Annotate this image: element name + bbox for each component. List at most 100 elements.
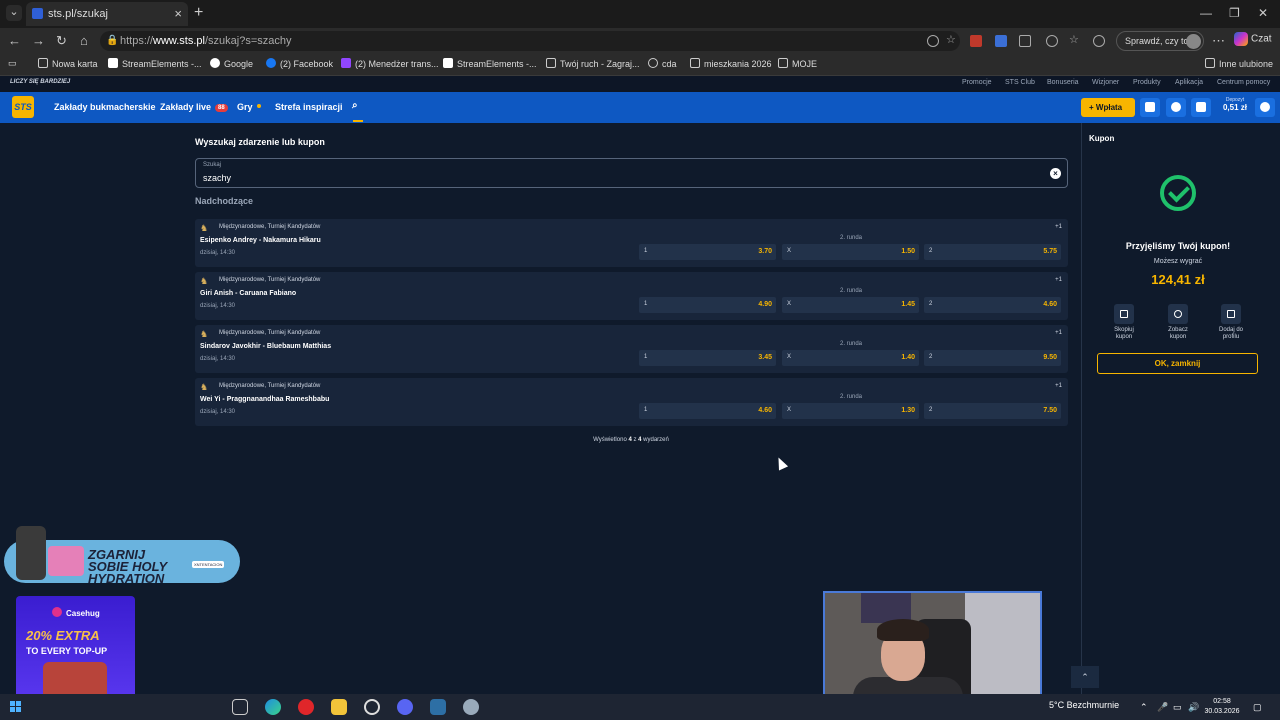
messages-icon[interactable] (1191, 98, 1211, 117)
sidebar-toggle-icon[interactable]: ▭ (8, 58, 17, 69)
favorites-icon[interactable]: ☆ (1069, 33, 1081, 46)
discord-icon[interactable] (397, 699, 413, 715)
add-to-profile-button[interactable]: Dodaj do profilu (1211, 304, 1251, 341)
refresh-icon[interactable]: ↻ (56, 33, 67, 49)
bookmark-item[interactable]: Nowa karta (38, 58, 98, 69)
history-icon[interactable] (1093, 35, 1105, 47)
nav-sports-betting[interactable]: Zakłady bukmacherskie (54, 102, 156, 112)
odds-button[interactable]: 1 3.45 (639, 350, 776, 366)
bookmark-item[interactable]: (2) Facebook (266, 58, 333, 69)
forward-icon[interactable]: → (32, 33, 45, 48)
top-link-bonuseria[interactable]: Bonuseria (1047, 79, 1079, 86)
balance-display[interactable]: Depozyt 0,51 zł (1218, 96, 1252, 112)
event-card[interactable]: ♞ Międzynarodowe, Turniej Kandydatów Sinda… (195, 325, 1068, 373)
extensions-icon[interactable] (1019, 35, 1031, 47)
more-markets-link[interactable]: +1 (1055, 383, 1062, 389)
hydration-promo-banner[interactable]: ZGARNIJ SOBIE HOLY HYDRATION XNTENTACION (4, 526, 240, 585)
obs-icon[interactable] (364, 699, 380, 715)
task-view-icon[interactable] (232, 699, 248, 715)
close-tab-icon[interactable]: × (174, 6, 182, 21)
bookmark-folder[interactable]: MOJE (778, 58, 817, 69)
odds-button[interactable]: 1 4.60 (639, 403, 776, 419)
clock[interactable]: 02:58 30.03.2026 (1204, 697, 1240, 717)
event-card[interactable]: ♞ Międzynarodowe, Turniej Kandydatów Giri … (195, 272, 1068, 320)
event-card[interactable]: ♞ Międzynarodowe, Turniej Kandydatów Esipe… (195, 219, 1068, 267)
edge-icon[interactable] (265, 699, 281, 715)
notifications-center-icon[interactable]: ▢ (1253, 702, 1262, 713)
league-icon[interactable] (430, 699, 446, 715)
favorite-star-icon[interactable]: ☆ (946, 33, 958, 46)
minimize-icon[interactable]: — (1200, 6, 1212, 20)
tray-chevron-icon[interactable]: ⌃ (1140, 702, 1148, 713)
deposit-button[interactable]: + Wpłata (1081, 98, 1135, 117)
microphone-icon[interactable]: 🎤 (1157, 702, 1168, 713)
top-link-produkty[interactable]: Produkty (1133, 79, 1161, 86)
notifications-icon[interactable] (1166, 98, 1186, 117)
app-icon[interactable] (463, 699, 479, 715)
volume-icon[interactable]: 🔊 (1188, 702, 1199, 713)
odds-button[interactable]: X 1.30 (782, 403, 919, 419)
odds-button[interactable]: 1 4.90 (639, 297, 776, 313)
copilot-button[interactable]: Czat (1234, 32, 1272, 46)
bookmark-item[interactable]: StreamElements -... (443, 58, 537, 69)
top-link-aplikacja[interactable]: Aplikacja (1175, 79, 1203, 86)
event-players[interactable]: Giri Anish - Caruana Fabiano (200, 290, 296, 297)
odds-button[interactable]: X 1.45 (782, 297, 919, 313)
tab-actions-icon[interactable]: ⌄ (6, 5, 22, 21)
top-link-promocje[interactable]: Promocje (962, 79, 992, 86)
windows-start-icon[interactable] (10, 701, 22, 713)
event-card[interactable]: ♞ Międzynarodowe, Turniej Kandydatów Wei Y… (195, 378, 1068, 426)
more-markets-link[interactable]: +1 (1055, 277, 1062, 283)
ok-close-button[interactable]: OK, zamknij (1097, 353, 1258, 374)
back-icon[interactable]: ← (8, 33, 21, 48)
home-icon[interactable]: ⌂ (80, 33, 88, 48)
close-window-icon[interactable]: ✕ (1258, 6, 1268, 20)
maximize-icon[interactable]: ❐ (1229, 6, 1240, 20)
opera-icon[interactable] (298, 699, 314, 715)
browser-tab[interactable]: sts.pl/szukaj × (26, 2, 188, 26)
copy-coupon-button[interactable]: Skopiuj kupon (1104, 304, 1144, 341)
more-menu-icon[interactable]: ⋯ (1212, 33, 1225, 49)
odds-button[interactable]: 2 5.75 (924, 244, 1061, 260)
bookmark-item[interactable]: Google (210, 58, 253, 69)
account-icon[interactable] (1255, 98, 1275, 117)
odds-button[interactable]: X 1.40 (782, 350, 919, 366)
event-players[interactable]: Esipenko Andrey - Nakamura Hikaru (200, 237, 321, 244)
extension-red-icon[interactable] (970, 35, 982, 47)
clear-search-icon[interactable]: × (1050, 168, 1061, 179)
more-markets-link[interactable]: +1 (1055, 330, 1062, 336)
url-input[interactable]: 🔒 https://www.sts.pl/szukaj?s=szachy (100, 31, 960, 51)
view-coupon-button[interactable]: Zobacz kupon (1158, 304, 1198, 341)
odds-button[interactable]: 1 3.70 (639, 244, 776, 260)
odds-button[interactable]: 2 7.50 (924, 403, 1061, 419)
casehug-promo-banner[interactable]: Casehug 20% EXTRA TO EVERY TOP-UP (16, 596, 135, 704)
bookmark-folder[interactable]: mieszkania 2026 (690, 58, 772, 69)
top-link-wizjoner[interactable]: Wizjoner (1092, 79, 1119, 86)
nav-live-betting[interactable]: Zakłady live 88 (160, 102, 228, 112)
odds-button[interactable]: X 1.50 (782, 244, 919, 260)
network-icon[interactable]: ▭ (1173, 702, 1182, 713)
nav-search-icon[interactable]: ⌕ (352, 100, 358, 111)
more-markets-link[interactable]: +1 (1055, 224, 1062, 230)
event-players[interactable]: Sindarov Javokhir - Bluebaum Matthias (200, 343, 331, 350)
new-tab-icon[interactable]: + (194, 4, 203, 22)
top-link-sts-club[interactable]: STS Club (1005, 79, 1035, 86)
bookmark-item[interactable]: StreamElements -... (108, 58, 202, 69)
odds-button[interactable]: 2 9.50 (924, 350, 1061, 366)
sts-logo[interactable]: STS (12, 96, 34, 118)
file-explorer-icon[interactable] (331, 699, 347, 715)
profile-button[interactable]: Sprawdź, czy to Ty (1116, 31, 1204, 51)
weather-widget[interactable]: 5°C Bezchmurnie (1049, 700, 1119, 710)
top-link-centrum-pomocy[interactable]: Centrum pomocy (1217, 79, 1270, 86)
other-bookmarks[interactable]: Inne ulubione (1205, 58, 1273, 69)
coupons-icon[interactable] (1140, 98, 1160, 117)
event-players[interactable]: Wei Yi - Praggnanandhaa Rameshbabu (200, 396, 329, 403)
nav-games[interactable]: Gry (237, 102, 261, 112)
bookmark-item[interactable]: cda (648, 58, 677, 69)
extension-shield-icon[interactable] (995, 35, 1007, 47)
scroll-to-top-icon[interactable]: ⌃ (1071, 666, 1099, 688)
split-screen-icon[interactable] (1046, 35, 1058, 47)
search-input[interactable]: Szukaj szachy × (195, 158, 1068, 188)
nav-inspiration-zone[interactable]: Strefa inspiracji (275, 102, 343, 112)
bookmark-item[interactable]: (2) Menedżer trans... (341, 58, 439, 69)
